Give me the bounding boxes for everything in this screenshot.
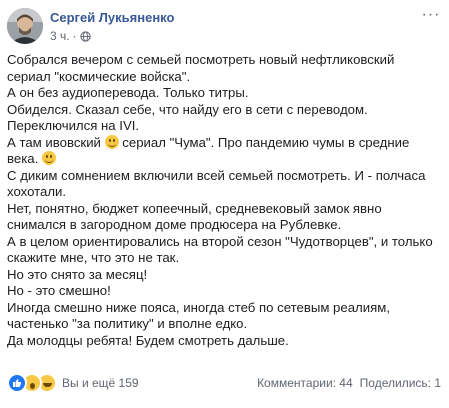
post-line: Обиделся. Сказал себе, что найду его в с… [7,101,368,117]
comments-count-link[interactable]: Комментарии: 44 [257,376,353,390]
post-line: А он без аудиоперевода. Только титры. [7,85,249,100]
reactions-summary[interactable]: Вы и ещё 159 [7,373,139,393]
post-line: Нет, понятно, бюджет копеечный, средневе… [7,200,382,233]
post-line: Да молодцы ребята! Будем смотреть дальше… [7,332,289,348]
post-line: А там ивовский сериал "Чума". Про пандем… [7,134,439,168]
author-avatar[interactable] [7,8,43,44]
post-body: Собрался вечером с семьей посмотреть нов… [7,52,439,349]
facebook-post: Сергей Лукьяненко 3 ч. · ··· Собрался ве… [0,0,449,408]
smile-emoji-icon [104,134,119,149]
like-icon [7,373,27,393]
author-name-link[interactable]: Сергей Лукьяненко [50,10,174,25]
engagement-counts: Комментарии: 44 Поделились: 1 [257,376,441,390]
post-line: Переключился на IVI. [7,118,140,133]
post-line: А в целом ориентировались на второй сезо… [7,233,433,266]
post-footer: Вы и ещё 159 Комментарии: 44 Поделились:… [7,372,443,394]
smile-emoji-icon [41,151,56,165]
shares-count-link[interactable]: Поделились: 1 [360,376,441,390]
avatar-image [7,8,43,44]
post-line: Но - это смешно! [7,283,111,298]
globe-icon[interactable] [79,30,91,42]
post-line: Иногда смешно ниже пояса, иногда стеб по… [7,299,390,332]
post-meta: 3 ч. · [50,29,91,43]
post-line: Но это снято за месяц! [7,266,148,282]
post-line: С диким сомнением включили всей семьей п… [7,167,426,200]
post-timestamp[interactable]: 3 ч. [50,29,70,43]
post-line-part: А там ивовский [7,134,101,150]
reactions-count[interactable]: Вы и ещё 159 [62,376,139,390]
post-line: Собрался вечером с семьей посмотреть нов… [7,52,395,84]
more-options-icon[interactable]: ··· [421,7,441,24]
post-header: Сергей Лукьяненко 3 ч. · ··· [7,7,443,44]
